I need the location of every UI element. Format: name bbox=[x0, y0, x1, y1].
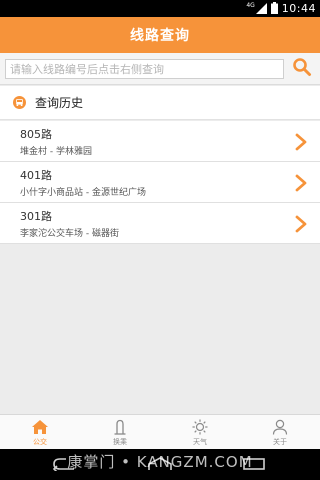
home-icon bbox=[31, 418, 49, 436]
history-title: 查询历史 bbox=[35, 96, 84, 110]
search-bar bbox=[0, 53, 320, 85]
recents-button[interactable] bbox=[240, 456, 270, 474]
route-stops: 堆金村 - 学林雅园 bbox=[20, 147, 92, 157]
weather-sun-icon bbox=[191, 418, 209, 436]
user-icon bbox=[271, 418, 289, 436]
search-button[interactable] bbox=[290, 58, 314, 80]
history-list: 805路 堆金村 - 学林雅园 401路 小什字小商品站 - 金源世纪广场 30… bbox=[0, 121, 320, 244]
home-nav-button[interactable] bbox=[145, 456, 175, 474]
history-item-301[interactable]: 301路 李家沱公交车场 - 磁器街 bbox=[0, 203, 320, 244]
status-time: 10:44 bbox=[281, 2, 316, 15]
tab-label: 天气 bbox=[193, 438, 207, 446]
tab-about[interactable]: 关于 bbox=[240, 415, 320, 449]
status-bar: 4G 10:44 bbox=[0, 0, 320, 17]
tab-label: 公交 bbox=[33, 438, 47, 446]
system-nav-bar bbox=[0, 449, 320, 480]
bottom-tab-bar: 公交 换乘 天气 关于 bbox=[0, 414, 320, 449]
route-number: 401路 bbox=[20, 169, 52, 182]
route-number: 301路 bbox=[20, 210, 52, 223]
route-number: 805路 bbox=[20, 128, 52, 141]
history-item-401[interactable]: 401路 小什字小商品站 - 金源世纪广场 bbox=[0, 162, 320, 203]
tab-transfer[interactable]: 换乘 bbox=[80, 415, 160, 449]
chevron-right-icon bbox=[293, 214, 309, 234]
tab-label: 关于 bbox=[273, 438, 287, 446]
history-header: 查询历史 bbox=[0, 86, 320, 120]
network-type: 4G bbox=[246, 2, 255, 9]
chevron-right-icon bbox=[293, 132, 309, 152]
back-icon bbox=[50, 456, 76, 475]
recents-icon bbox=[243, 456, 267, 475]
main-content: 查询历史 805路 堆金村 - 学林雅园 401路 小什字小商品站 - 金源世纪… bbox=[0, 53, 320, 414]
back-button[interactable] bbox=[48, 456, 78, 474]
tab-weather[interactable]: 天气 bbox=[160, 415, 240, 449]
bus-icon bbox=[12, 96, 26, 110]
transfer-icon bbox=[111, 418, 129, 436]
signal-icon bbox=[255, 0, 267, 18]
page-title: 线路查询 bbox=[130, 28, 190, 44]
tab-label: 换乘 bbox=[113, 438, 127, 446]
search-input[interactable] bbox=[5, 59, 284, 79]
home-nav-icon bbox=[146, 456, 174, 475]
tab-bus[interactable]: 公交 bbox=[0, 415, 80, 449]
search-icon bbox=[292, 57, 312, 81]
chevron-right-icon bbox=[293, 173, 309, 193]
battery-icon bbox=[270, 0, 278, 18]
history-item-805[interactable]: 805路 堆金村 - 学林雅园 bbox=[0, 121, 320, 162]
title-bar: 线路查询 bbox=[0, 17, 320, 53]
route-stops: 李家沱公交车场 - 磁器街 bbox=[20, 229, 119, 239]
route-stops: 小什字小商品站 - 金源世纪广场 bbox=[20, 188, 146, 198]
